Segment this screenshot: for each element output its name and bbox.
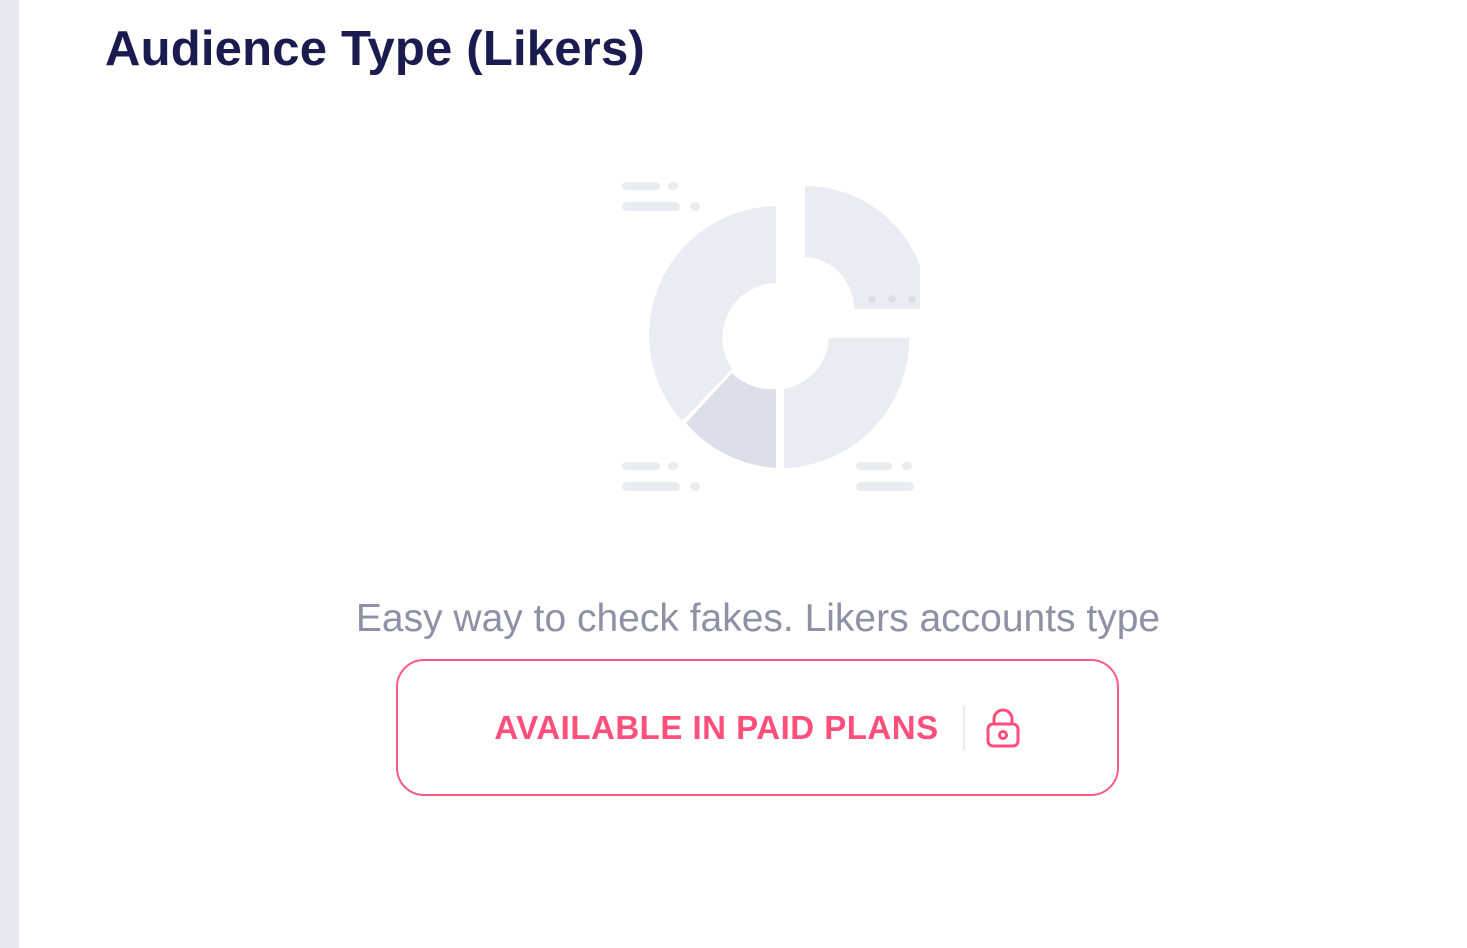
available-in-paid-plans-button[interactable]: AVAILABLE IN PAID PLANS	[396, 659, 1119, 796]
cta-label: AVAILABLE IN PAID PLANS	[494, 708, 939, 746]
left-rail	[0, 0, 19, 948]
audience-type-card: Audience Type (Likers) Easy way to check…	[19, 0, 1467, 948]
card-description: Easy way to check fakes. Likers accounts…	[355, 597, 1161, 640]
lock-icon	[986, 708, 1020, 747]
cta-divider	[962, 705, 965, 750]
donut-chart-placeholder-icon	[622, 182, 920, 491]
card-title: Audience Type (Likers)	[105, 22, 645, 76]
